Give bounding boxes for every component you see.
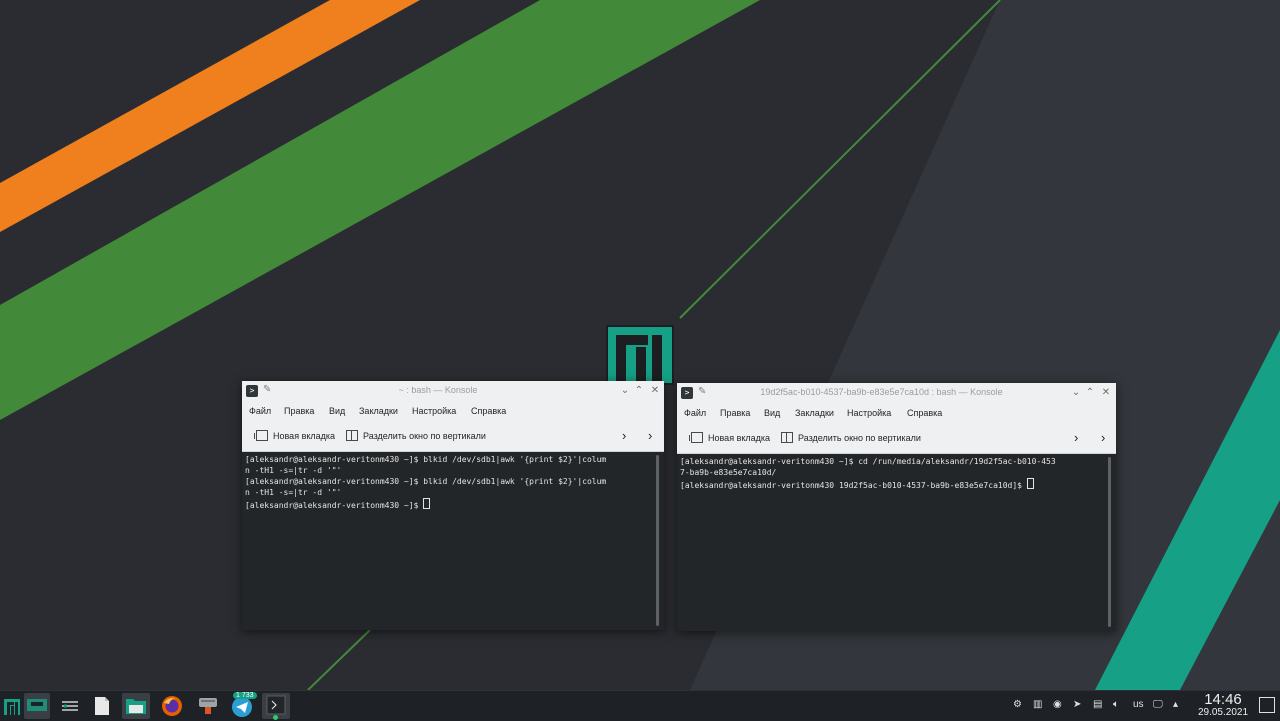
menu-edit[interactable]: Правка [284, 406, 314, 416]
konsole-task[interactable] [262, 693, 290, 720]
file-manager-task[interactable] [122, 693, 150, 719]
menu-bar: Файл Правка Вид Закладки Настройка Справ… [242, 401, 664, 421]
close-icon[interactable]: ✕ [648, 383, 662, 399]
window-title: 19d2f5ac-b010-4537-ba9b-e83e5e7ca10d : b… [760, 387, 1003, 397]
application-launcher-button[interactable] [0, 693, 24, 719]
system-settings-launcher[interactable] [56, 693, 84, 719]
update-notifier-tray-icon[interactable]: ◉ [1053, 699, 1062, 710]
menu-file[interactable]: Файл [684, 408, 706, 418]
new-tab-icon [254, 430, 268, 441]
menu-file[interactable]: Файл [249, 406, 271, 416]
window-titlebar[interactable]: > ✎ ~ : bash — Konsole ⌄ ⌃ ✕ [242, 381, 664, 401]
toolbar: Новая вкладка Разделить окно по вертикал… [677, 423, 1116, 454]
toolbar: Новая вкладка Разделить окно по вертикал… [242, 421, 664, 452]
konsole-app-icon[interactable]: > [681, 387, 693, 399]
network-tray-icon[interactable]: 🖵︎ [1153, 699, 1163, 710]
menu-edit[interactable]: Правка [720, 408, 750, 418]
new-tab-button[interactable]: Новая вкладка [254, 430, 336, 441]
close-icon[interactable]: ✕ [1099, 385, 1113, 401]
menu-bookmarks[interactable]: Закладки [359, 406, 398, 416]
toolbar-next-icon[interactable]: › [622, 428, 626, 443]
desktop-pager[interactable] [24, 693, 50, 719]
firefox-launcher[interactable] [158, 693, 186, 719]
terminal-cursor [423, 498, 431, 509]
menu-help[interactable]: Справка [907, 408, 942, 418]
menu-bar: Файл Правка Вид Закладки Настройка Справ… [677, 403, 1116, 423]
minimize-icon[interactable]: ⌄ [618, 383, 632, 399]
konsole-app-icon[interactable]: > [246, 385, 258, 397]
pin-icon[interactable]: ✎ [263, 384, 271, 395]
terminal-line: n -tH1 -s=|tr -d '"' [245, 488, 342, 497]
minimize-icon[interactable]: ⌄ [1069, 385, 1083, 401]
show-desktop-button[interactable] [1259, 697, 1275, 713]
new-tab-label: Новая вкладка [708, 432, 771, 443]
unread-count-badge: 1 733 [233, 692, 257, 699]
disk-utility-launcher[interactable] [194, 693, 222, 719]
menu-view[interactable]: Вид [764, 408, 780, 418]
volume-tray-icon[interactable]: 🔈︎ [1113, 699, 1119, 710]
pager-window-icon [31, 702, 43, 706]
terminal-line: [aleksandr@aleksandr-veritonm430 ~]$ blk… [245, 455, 607, 464]
taskbar: 1 733 ⚙ ▥ ◉ ➤ ▤ 🔈︎ us 🖵︎ ▴ 14:46 29.05.2… [0, 690, 1280, 721]
new-tab-button[interactable]: Новая вкладка [689, 432, 771, 443]
terminal-prompt: [aleksandr@aleksandr-veritonm430 19d2f5a… [680, 481, 1027, 490]
menu-bookmarks[interactable]: Закладки [795, 408, 834, 418]
menu-settings[interactable]: Настройка [847, 408, 891, 418]
terminal-cursor [1026, 478, 1034, 489]
konsole-window-left[interactable]: > ✎ ~ : bash — Konsole ⌄ ⌃ ✕ Файл Правка… [242, 381, 664, 630]
document-icon [95, 697, 109, 715]
terminal-line: [aleksandr@aleksandr-veritonm430 ~]$ blk… [245, 477, 607, 486]
settings-sliders-icon [62, 701, 78, 711]
clock-time[interactable]: 14:46 [1195, 691, 1251, 708]
maximize-icon[interactable]: ⌃ [1083, 385, 1097, 401]
pin-icon[interactable]: ✎ [698, 386, 706, 397]
split-view-label: Разделить окно по вертикали [363, 430, 486, 441]
menu-help[interactable]: Справка [471, 406, 506, 416]
terminal-line: n -tH1 -s=|tr -d '"' [245, 466, 342, 475]
window-titlebar[interactable]: > ✎ 19d2f5ac-b010-4537-ba9b-e83e5e7ca10d… [677, 383, 1116, 403]
text-editor-launcher[interactable] [88, 693, 116, 719]
folder-icon [126, 699, 146, 714]
terminal-scrollbar[interactable] [1108, 457, 1111, 627]
manjaro-menu-icon [4, 699, 20, 715]
toolbar-overflow-icon[interactable]: › [648, 428, 652, 443]
show-hidden-icons-arrow-icon[interactable]: ▴ [1173, 699, 1178, 710]
new-tab-icon [689, 432, 703, 443]
toolbar-overflow-icon[interactable]: › [1101, 430, 1105, 445]
toolbar-next-icon[interactable]: › [1074, 430, 1078, 445]
menu-settings[interactable]: Настройка [412, 406, 456, 416]
terminal-prompt: [aleksandr@aleksandr-veritonm430 ~]$ [245, 501, 424, 510]
clock-date[interactable]: 29.05.2021 [1190, 707, 1256, 718]
terminal-line: [aleksandr@aleksandr-veritonm430 ~]$ cd … [680, 457, 1056, 466]
kdeconnect-tray-icon[interactable]: ⚙ [1013, 699, 1022, 710]
terminal-output[interactable]: [aleksandr@aleksandr-veritonm430 ~]$ cd … [677, 454, 1116, 631]
terminal-line: 7-ba9b-e83e5e7ca10d/ [680, 468, 777, 477]
telegram-tray-icon[interactable]: ➤ [1073, 699, 1081, 710]
split-view-icon [781, 432, 793, 443]
window-title: ~ : bash — Konsole [398, 385, 478, 395]
active-task-indicator [273, 715, 278, 720]
firefox-icon [162, 696, 182, 716]
split-view-button[interactable]: Разделить окно по вертикали [346, 430, 486, 441]
split-view-button[interactable]: Разделить окно по вертикали [781, 432, 921, 443]
drive-icon [199, 698, 217, 714]
new-tab-label: Новая вкладка [273, 430, 336, 441]
konsole-window-right[interactable]: > ✎ 19d2f5ac-b010-4537-ba9b-e83e5e7ca10d… [677, 383, 1116, 631]
terminal-scrollbar[interactable] [656, 455, 659, 626]
telegram-icon [232, 697, 252, 717]
terminal-icon [266, 695, 286, 715]
telegram-task[interactable]: 1 733 [228, 692, 257, 719]
manjaro-logo [606, 325, 674, 385]
clipboard-tray-icon[interactable]: ▤ [1093, 699, 1102, 710]
split-view-label: Разделить окно по вертикали [798, 432, 921, 443]
menu-view[interactable]: Вид [329, 406, 345, 416]
keyboard-layout-indicator[interactable]: us [1133, 699, 1144, 710]
terminal-output[interactable]: [aleksandr@aleksandr-veritonm430 ~]$ blk… [242, 452, 664, 630]
split-view-icon [346, 430, 358, 441]
manjaro-settings-tray-icon[interactable]: ▥ [1033, 699, 1042, 710]
maximize-icon[interactable]: ⌃ [632, 383, 646, 399]
